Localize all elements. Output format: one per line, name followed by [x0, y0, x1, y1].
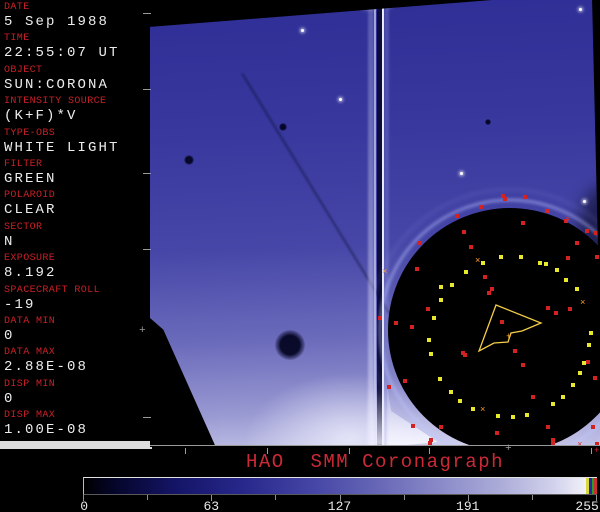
- left-edge-tick: [143, 13, 151, 14]
- field-value: 5 Sep 1988: [4, 14, 110, 30]
- metadata-field: DISP MIN 0: [0, 379, 150, 410]
- coronagraph-image: × × × × × × × +: [150, 0, 600, 447]
- metadata-field: INTENSITY SOURCE (K+F)*V: [0, 96, 150, 127]
- left-edge-tick: [143, 249, 151, 250]
- pointing-polygon: [477, 304, 543, 353]
- field-value: (K+F)*V: [4, 108, 78, 125]
- field-value: 8.192: [4, 265, 57, 282]
- metadata-field: FILTER GREEN: [0, 159, 150, 190]
- metadata-field: DATA MIN 0: [0, 316, 150, 347]
- field-value: 22:55:07 UT: [4, 45, 120, 62]
- panel-bottom-strip: [0, 441, 152, 449]
- metadata-field: DATA MAX 2.88E-08: [0, 347, 150, 378]
- field-label: DISP MAX: [4, 410, 56, 422]
- field-value: GREEN: [4, 170, 57, 187]
- field-label: TIME: [4, 33, 30, 45]
- field-value: CLEAR: [4, 202, 57, 219]
- metadata-field: TIME 22:55:07 UT: [0, 33, 150, 64]
- field-value: 2.88E-08: [4, 359, 89, 376]
- metadata-field: POLAROID CLEAR: [0, 190, 150, 221]
- polygon-plus-marker: +: [506, 332, 512, 342]
- colorbar-minor-tick: [275, 495, 277, 500]
- left-edge-tick: [143, 173, 151, 174]
- colorbar-minor-tick: [531, 495, 533, 500]
- colorbar-tick-label: 255: [575, 499, 599, 512]
- metadata-field: SECTOR N: [0, 222, 150, 253]
- left-edge-plus-tick: +: [139, 325, 146, 337]
- field-value: -19: [4, 296, 36, 313]
- field-value: WHITE LIGHT: [4, 139, 120, 156]
- field-value: 0: [4, 327, 15, 344]
- image-bottom-edge: [150, 446, 600, 447]
- field-label: SECTOR: [4, 221, 43, 233]
- colorbar-minor-tick: [147, 495, 149, 500]
- field-label: SPACECRAFT ROLL: [4, 284, 101, 296]
- colorbar-tick-label: 63: [203, 499, 220, 512]
- field-label: DATA MIN: [4, 315, 56, 327]
- colorbar-tick-label: 191: [456, 499, 480, 512]
- metadata-field: SPACECRAFT ROLL -19: [0, 285, 150, 316]
- field-value: 0: [4, 390, 15, 407]
- field-value: N: [4, 233, 15, 250]
- colorbar-minor-tick: [403, 495, 405, 500]
- left-edge-tick: [143, 89, 151, 90]
- colorbar-tick-label: 127: [327, 499, 352, 512]
- image-title: HAO SMM Coronagraph: [245, 451, 505, 473]
- metadata-field: EXPOSURE 8.192: [0, 253, 150, 284]
- field-value: SUN:CORONA: [4, 76, 110, 93]
- field-label: EXPOSURE: [4, 253, 56, 265]
- field-label: INTENSITY SOURCE: [4, 96, 107, 108]
- colorbar-tick-label: 0: [80, 499, 89, 512]
- field-label: DISP MIN: [4, 378, 56, 390]
- field-label: POLAROID: [4, 190, 56, 202]
- metadata-field: OBJECT SUN:CORONA: [0, 65, 150, 96]
- metadata-field: DATE 5 Sep 1988: [0, 2, 150, 33]
- metadata-panel: DATE 5 Sep 1988 TIME 22:55:07 UT OBJECT …: [0, 0, 150, 447]
- field-label: TYPE-OBS: [4, 127, 56, 139]
- metadata-field: TYPE-OBS WHITE LIGHT: [0, 128, 150, 159]
- colorbar-gradient: [83, 477, 597, 495]
- field-label: OBJECT: [4, 64, 43, 76]
- field-value: 1.00E-08: [4, 422, 89, 439]
- smm-coronagraph-viewer: DATE 5 Sep 1988 TIME 22:55:07 UT OBJECT …: [0, 0, 600, 512]
- metadata-field: DISP MAX 1.00E-08: [0, 410, 150, 441]
- field-label: FILTER: [4, 158, 43, 170]
- field-label: DATE: [4, 2, 30, 13]
- left-edge-tick: [143, 417, 151, 418]
- field-label: DATA MAX: [4, 347, 56, 359]
